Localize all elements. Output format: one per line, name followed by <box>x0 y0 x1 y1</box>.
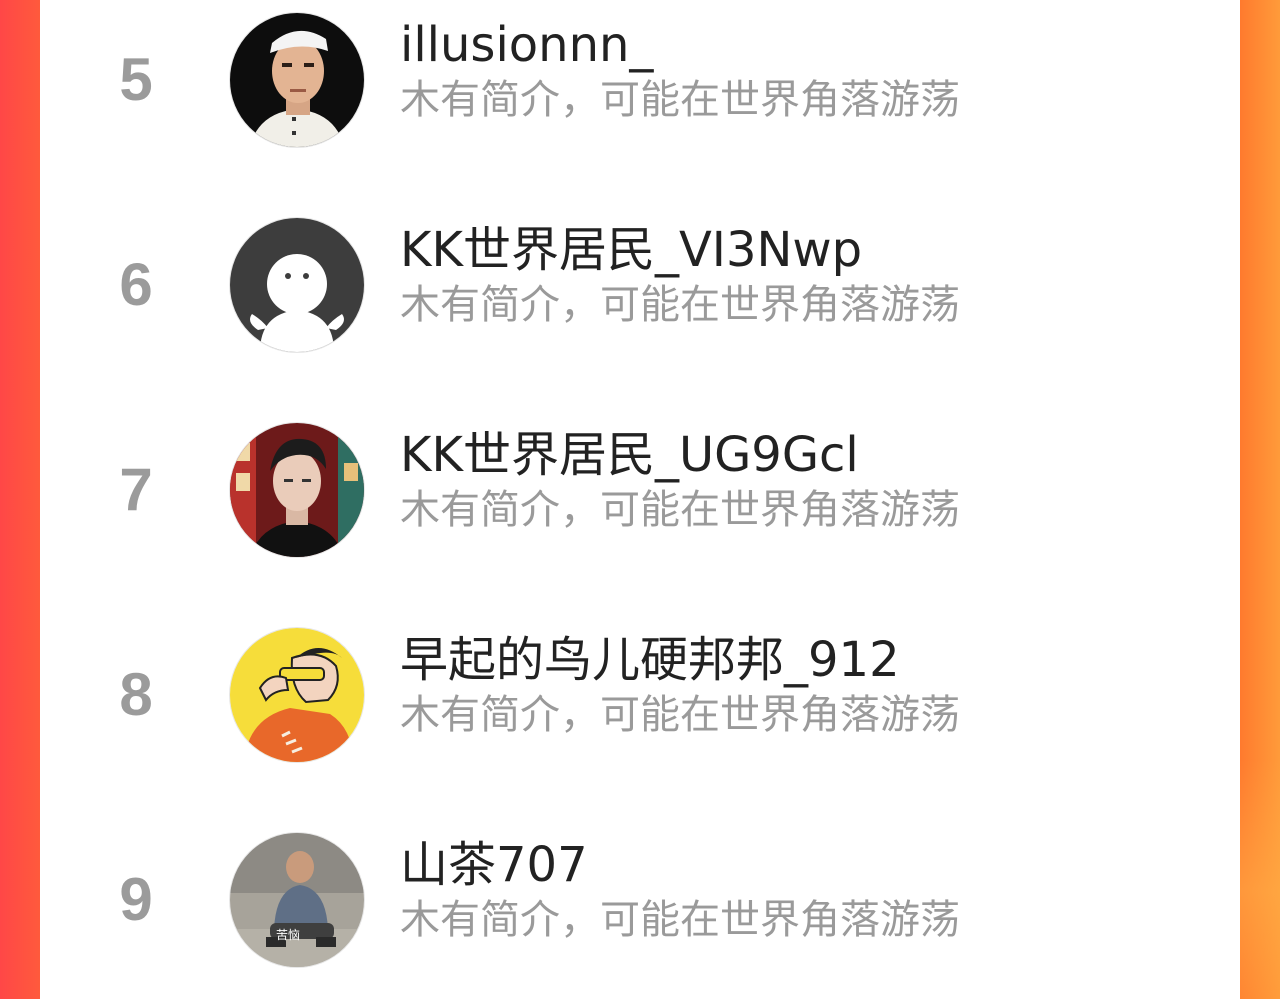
avatar-caption: 苦恼 <box>276 928 300 942</box>
avatar[interactable] <box>230 218 364 352</box>
list-item[interactable]: 6 KK世界居民_VI3Nwp 木有简介，可能在世界角落游荡 <box>40 205 1240 365</box>
username: KK世界居民_VI3Nwp <box>400 222 863 278</box>
user-bio: 木有简介，可能在世界角落游荡 <box>400 897 960 943</box>
avatar-photo-icon <box>230 423 364 557</box>
avatar-photo-icon: 苦恼 <box>230 833 364 967</box>
rank-number: 9 <box>119 866 153 933</box>
list-item[interactable]: 8 早起的鸟儿硬邦邦_912 木有简介，可能在世界角落游荡 <box>40 615 1240 775</box>
user-bio: 木有简介，可能在世界角落游荡 <box>400 282 960 328</box>
right-edge-glow <box>1240 760 1280 999</box>
rank-number: 6 <box>119 251 153 318</box>
user-bio: 木有简介，可能在世界角落游荡 <box>400 487 960 533</box>
avatar-illustration-icon <box>230 628 364 762</box>
list-item[interactable]: 5 illusionnn_ 木有简介，可能在世界角落游荡 <box>40 0 1240 160</box>
username: 早起的鸟儿硬邦邦_912 <box>400 632 900 688</box>
user-bio: 木有简介，可能在世界角落游荡 <box>400 692 960 738</box>
ranking-list: 5 illusionnn_ 木有简介，可能在世界角落游荡 6 KK世界居民_VI… <box>40 0 1240 999</box>
username: KK世界居民_UG9Gcl <box>400 427 859 483</box>
list-item[interactable]: 7 KK世界居民_UG9Gcl 木有简介，可能在世界角落游荡 <box>40 410 1240 570</box>
list-item[interactable]: 9 苦恼 山茶707 木有简介，可能在世界角落游荡 <box>40 820 1240 980</box>
user-bio: 木有简介，可能在世界角落游荡 <box>400 77 960 123</box>
rank-number: 8 <box>119 661 153 728</box>
avatar[interactable] <box>230 13 364 147</box>
username: 山茶707 <box>400 837 588 893</box>
avatar-photo-icon <box>230 13 364 147</box>
avatar[interactable]: 苦恼 <box>230 833 364 967</box>
username: illusionnn_ <box>400 17 654 73</box>
rank-number: 7 <box>119 456 153 523</box>
default-avatar-icon <box>230 218 364 352</box>
avatar[interactable] <box>230 628 364 762</box>
avatar[interactable] <box>230 423 364 557</box>
rank-number: 5 <box>119 46 153 113</box>
